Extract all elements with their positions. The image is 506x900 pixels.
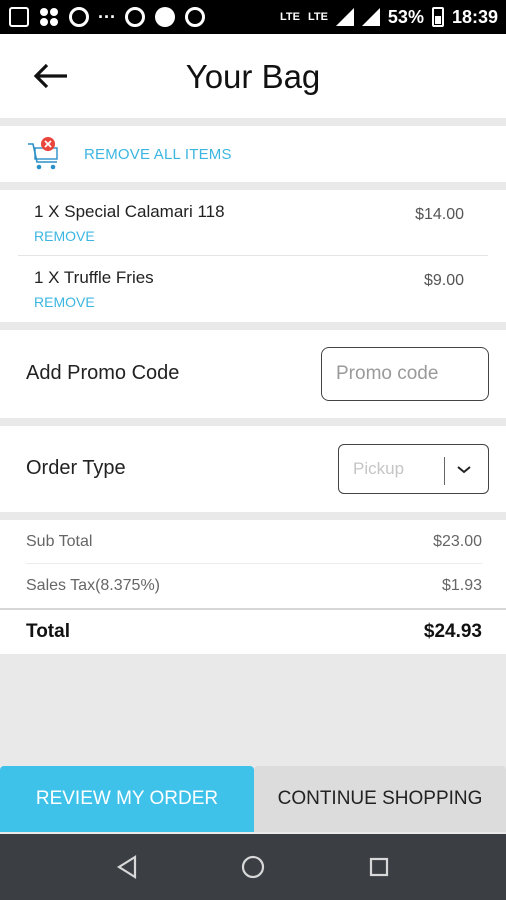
signal-icon [335, 8, 354, 26]
clock: 18:39 [451, 6, 498, 27]
photo-icon [8, 6, 30, 28]
promo-code-input[interactable] [321, 347, 489, 401]
do-not-disturb-icon [154, 6, 176, 28]
item-name: 1 X Truffle Fries [34, 268, 154, 287]
cart-items: 1 X Special Calamari 118 REMOVE $14.00 1… [0, 190, 506, 322]
tax-label: Sales Tax(8.375%) [26, 577, 160, 594]
chevron-down-icon [454, 461, 474, 479]
lte-label-2: LTE [307, 11, 328, 23]
status-right-icons: LTE LTE 53% 18:39 [280, 7, 498, 28]
tax-row: Sales Tax(8.375%) $1.93 [26, 564, 482, 608]
nav-recents-square-icon[interactable] [364, 852, 394, 882]
nav-back-triangle-icon[interactable] [112, 852, 142, 882]
nav-home-circle-icon[interactable] [238, 852, 268, 882]
signal-icon-2 [361, 8, 380, 26]
apps-icon [38, 6, 60, 28]
more-notifications-icon: ··· [98, 6, 116, 27]
remove-all-section: REMOVE ALL ITEMS [0, 126, 506, 182]
total-divider [0, 608, 506, 610]
order-type-section: Order Type Pickup [0, 426, 506, 512]
status-left-icons: ··· [8, 6, 206, 28]
order-type-value: Pickup [353, 459, 405, 478]
select-divider [444, 457, 445, 485]
subtotal-value: $23.00 [433, 532, 482, 550]
app-header: Your Bag [0, 34, 506, 118]
total-label: Total [26, 621, 70, 642]
item-price: $14.00 [415, 206, 464, 223]
alarm-icon [184, 6, 206, 28]
order-type-select[interactable]: Pickup [338, 444, 489, 494]
item-price: $9.00 [423, 272, 464, 289]
promo-section: Add Promo Code [0, 330, 506, 418]
promo-label: Add Promo Code [26, 362, 180, 384]
tax-value: $1.93 [441, 577, 482, 594]
page-title: Your Bag [185, 58, 321, 95]
battery-percent: 53% [387, 6, 424, 27]
order-type-label: Order Type [26, 457, 126, 479]
subtotal-label: Sub Total [26, 532, 93, 550]
item-name: 1 X Special Calamari 118 [34, 202, 225, 221]
list-item: 1 X Truffle Fries REMOVE $9.00 [18, 256, 488, 322]
total-value: $24.93 [423, 621, 482, 642]
remove-all-items-link[interactable]: REMOVE ALL ITEMS [84, 146, 232, 163]
cart-remove-icon[interactable] [24, 134, 64, 174]
system-nav-bar [0, 834, 506, 900]
remove-item-link[interactable]: REMOVE [34, 294, 95, 310]
subtotal-row: Sub Total $23.00 [26, 520, 482, 564]
app-notification-icon [68, 6, 90, 28]
continue-shopping-button[interactable]: CONTINUE SHOPPING [254, 766, 506, 832]
total-row: Total $24.93 [26, 612, 482, 652]
battery-icon [431, 7, 444, 27]
hotspot-icon [124, 6, 146, 28]
remove-item-link[interactable]: REMOVE [34, 228, 95, 244]
review-order-button[interactable]: REVIEW MY ORDER [0, 766, 254, 832]
lte-label: LTE [279, 11, 300, 23]
status-bar: ··· LTE LTE 53% 18:39 [0, 0, 506, 34]
totals-section: Sub Total $23.00 Sales Tax(8.375%) $1.93… [0, 520, 506, 654]
list-item: 1 X Special Calamari 118 REMOVE $14.00 [18, 190, 488, 256]
